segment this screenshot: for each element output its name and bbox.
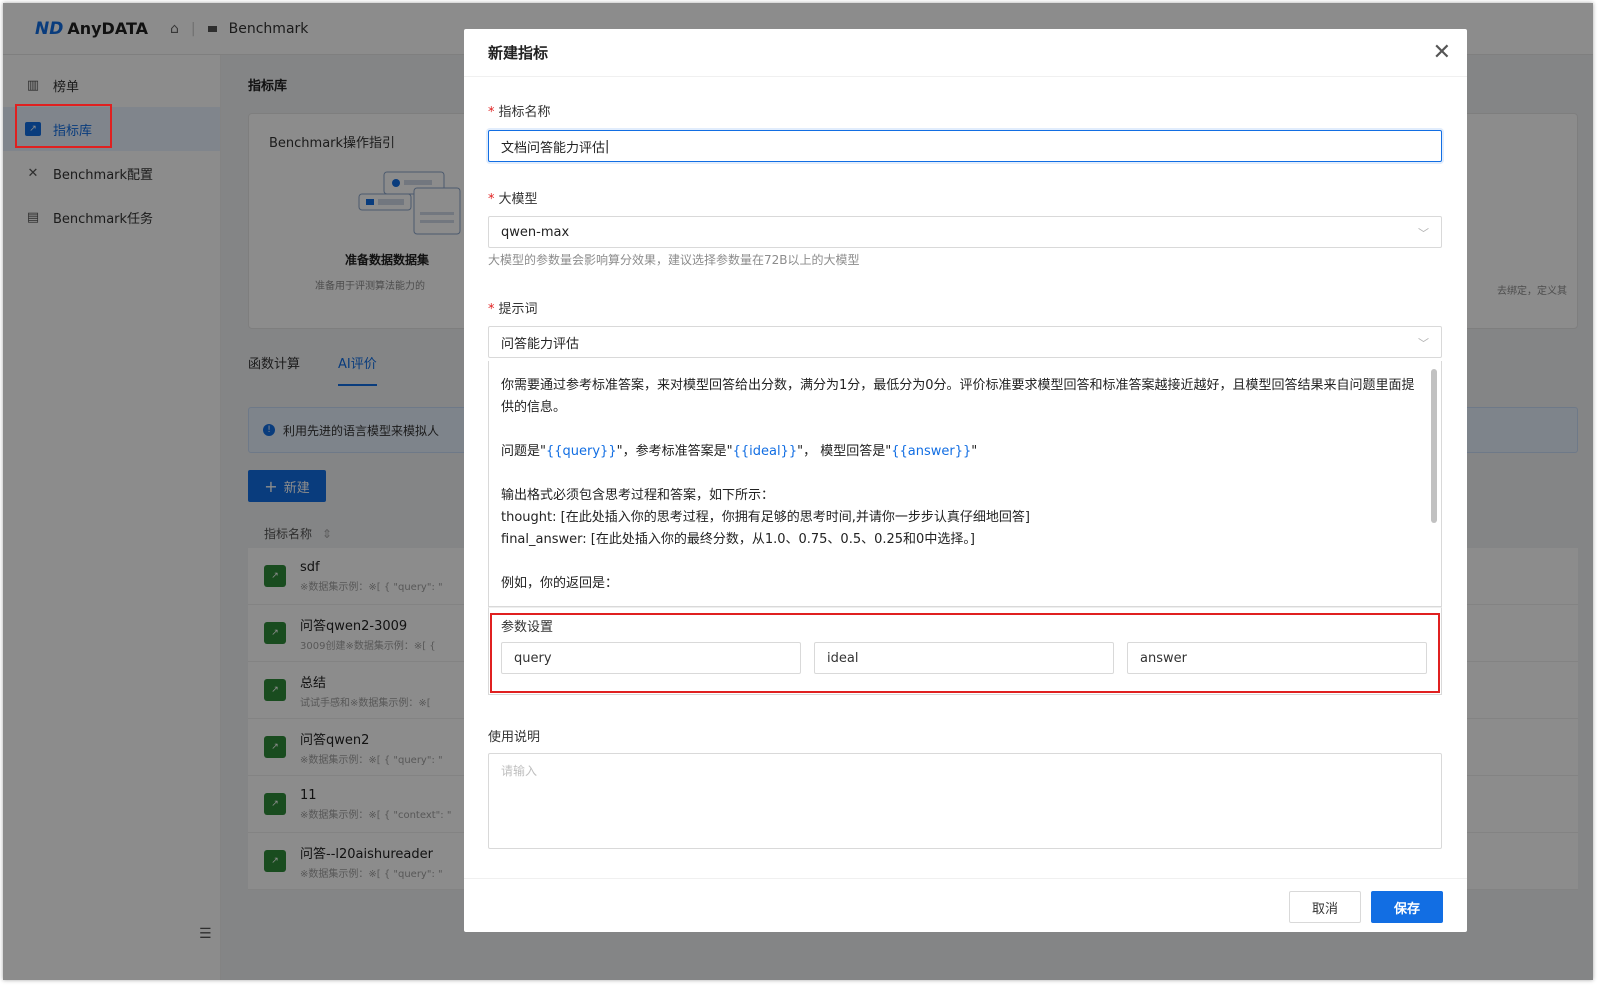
metric-name-label-text: 指标名称 <box>498 105 551 120</box>
model-label-text: 大模型 <box>498 192 538 207</box>
usage-label: 使用说明 <box>488 730 541 745</box>
highlight-box-sidebar <box>15 104 112 148</box>
prompt-label: * 提示词 <box>488 298 538 317</box>
prompt-paragraph: 问题是"{{query}}"，参考标准答案是"{{ideal}}"， 模型回答是… <box>501 441 1421 463</box>
model-label: * 大模型 <box>488 188 538 207</box>
highlight-box-params <box>490 613 1440 693</box>
prompt-text: " <box>971 444 978 459</box>
modal-footer: 取消 保存 <box>464 878 1467 932</box>
required-mark: * <box>488 105 495 120</box>
scrollbar[interactable] <box>1431 369 1437 523</box>
prompt-text: 问题是" <box>501 444 546 459</box>
metric-name-value: 文档问答能力评估 <box>501 140 606 156</box>
model-hint: 大模型的参数量会影响算分效果，建议选择参数量在72B以上的大模型 <box>488 253 860 267</box>
required-mark: * <box>488 192 495 207</box>
prompt-variable: {{answer}} <box>891 444 972 459</box>
app-window: ND AnyDATA ⌂ | Benchmark ▥ 榜单 ↗ 指标库 ✕ Be… <box>3 3 1593 980</box>
close-icon[interactable]: ✕ <box>1433 41 1451 65</box>
prompt-paragraph: 你需要通过参考标准答案，来对模型回答给出分数，满分为1分，最低分为0分。评价标准… <box>501 378 1415 415</box>
prompt-text: "， 模型回答是" <box>797 444 892 459</box>
model-select[interactable]: qwen-max ﹀ <box>488 216 1442 248</box>
model-select-value: qwen-max <box>501 224 570 240</box>
metric-name-label: * 指标名称 <box>488 101 551 120</box>
prompt-paragraph: thought: [在此处插入你的思考过程，你拥有足够的思考时间,并请你一步步认… <box>501 510 1030 525</box>
prompt-variable: {{ideal}} <box>732 444 798 459</box>
prompt-variable: {{query}} <box>545 444 617 459</box>
prompt-paragraph: 输出格式必须包含思考过程和答案，如下所示： <box>501 488 775 503</box>
prompt-label-text: 提示词 <box>498 302 538 317</box>
cancel-button[interactable]: 取消 <box>1289 891 1361 923</box>
metric-name-input[interactable]: 文档问答能力评估 | <box>488 130 1442 162</box>
prompt-paragraph: 例如，你的返回是： <box>501 576 619 591</box>
chevron-down-icon: ﹀ <box>1418 227 1429 240</box>
required-mark: * <box>488 302 495 317</box>
prompt-select-value: 问答能力评估 <box>501 336 580 352</box>
usage-textarea[interactable]: 请输入 <box>488 753 1442 849</box>
prompt-text: "，参考标准答案是" <box>616 444 733 459</box>
chevron-down-icon: ﹀ <box>1418 337 1429 350</box>
new-metric-modal: 新建指标 ✕ * 指标名称 文档问答能力评估 | * 大模型 qwen-max ﹀ 大… <box>464 29 1467 932</box>
prompt-select[interactable]: 问答能力评估 ﹀ <box>488 326 1442 358</box>
modal-title: 新建指标 <box>464 29 1467 77</box>
save-button[interactable]: 保存 <box>1371 891 1443 923</box>
prompt-editor[interactable]: 你需要通过参考标准答案，来对模型回答给出分数，满分为1分，最低分为0分。评价标准… <box>488 361 1442 607</box>
prompt-paragraph: final_answer: [在此处插入你的最终分数，从1.0、0.75、0.5… <box>501 532 975 547</box>
